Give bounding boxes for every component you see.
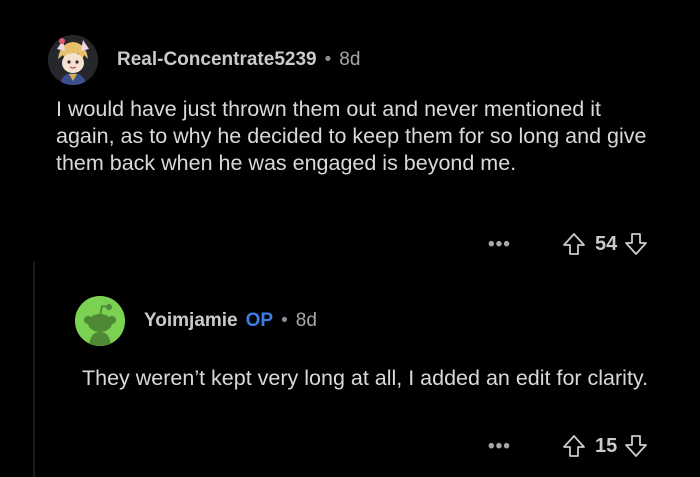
comment-actions: ••• 15	[488, 431, 649, 461]
comment-actions: ••• 54	[488, 229, 649, 259]
vote-score: 15	[594, 434, 618, 457]
user-avatar[interactable]	[75, 296, 125, 346]
comment-header: Real-Concentrate5239 • 8d	[117, 47, 360, 73]
username[interactable]: Real-Concentrate5239	[117, 49, 317, 71]
comment-body: They weren’t kept very long at all, I ad…	[82, 366, 649, 390]
vote-score: 54	[594, 232, 618, 255]
more-options-button[interactable]: •••	[488, 235, 511, 254]
downvote-icon[interactable]	[623, 433, 649, 459]
anime-character-avatar-icon	[48, 35, 98, 85]
thread-line[interactable]	[33, 262, 35, 477]
more-options-button[interactable]: •••	[488, 437, 511, 456]
comment-age: 8d	[295, 310, 317, 331]
snoo-avatar-icon	[75, 296, 125, 346]
user-avatar[interactable]	[48, 35, 98, 85]
comment-age: 8d	[339, 49, 361, 70]
comment-body: I would have just thrown them out and ne…	[56, 97, 647, 175]
separator-dot: •	[281, 310, 288, 331]
upvote-icon[interactable]	[561, 231, 587, 257]
upvote-icon[interactable]	[561, 433, 587, 459]
op-badge: OP	[245, 310, 274, 331]
username[interactable]: Yoimjamie	[144, 310, 238, 332]
separator-dot: •	[324, 49, 332, 70]
comment-header: Yoimjamie OP • 8d	[144, 308, 317, 334]
downvote-icon[interactable]	[623, 231, 649, 257]
